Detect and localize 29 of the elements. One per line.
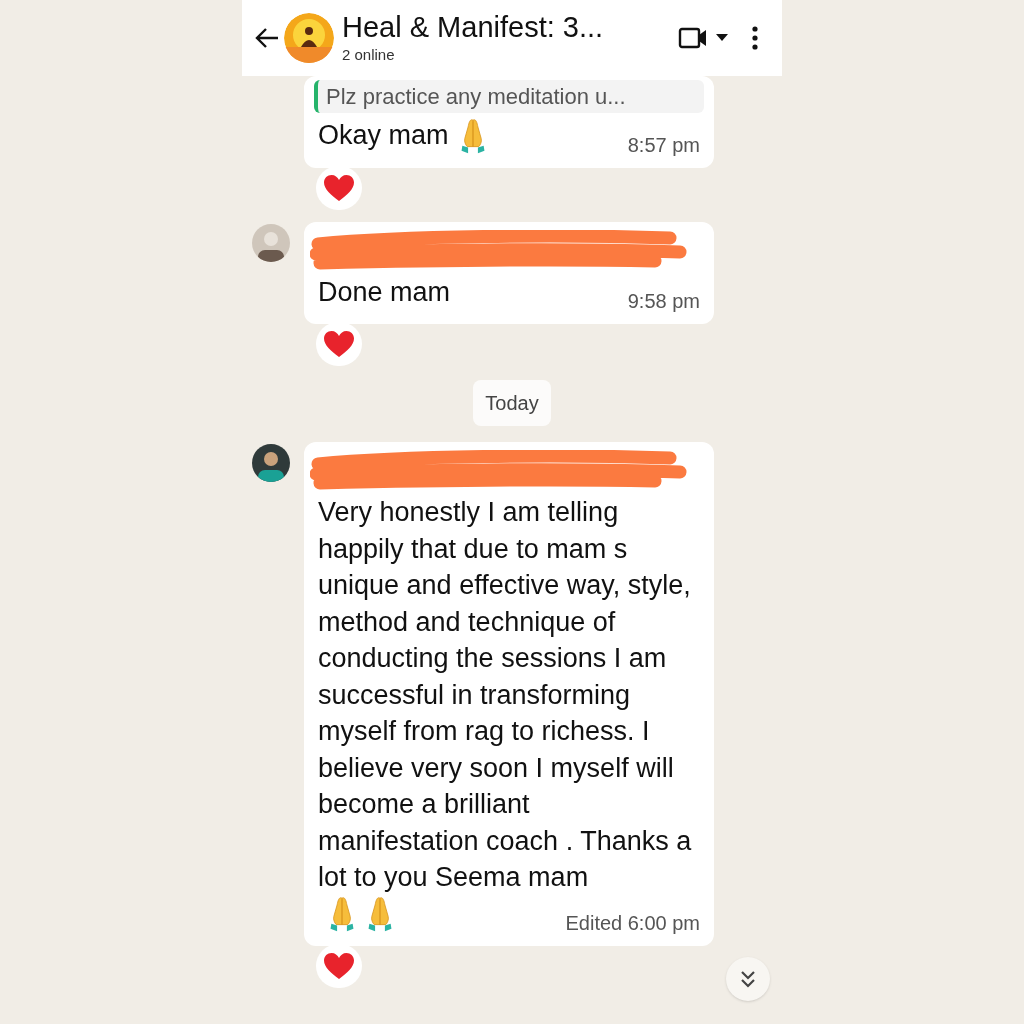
message-text: Done mam — [318, 275, 451, 309]
heart-reaction[interactable] — [316, 944, 362, 988]
video-camera-icon — [678, 26, 708, 50]
quoted-message[interactable]: Plz practice any meditation u... — [314, 80, 704, 113]
date-chip: Today — [473, 380, 551, 426]
heart-icon — [323, 173, 355, 202]
heart-reaction[interactable] — [316, 165, 362, 210]
back-arrow-icon[interactable] — [254, 27, 280, 49]
message-time: Edited 6:00 pm — [565, 911, 700, 936]
online-status: 2 online — [342, 44, 396, 65]
heart-icon — [323, 330, 355, 358]
message-bubble[interactable]: Plz practice any meditation u... Okay mam 8:57 pm — [304, 76, 714, 168]
heart-reaction[interactable] — [316, 322, 362, 366]
group-title[interactable]: Heal & Manifest: 3... — [342, 9, 678, 44]
video-call-button[interactable] — [678, 26, 728, 50]
scroll-down-button[interactable] — [726, 957, 770, 1001]
message-text: Okay mam — [318, 119, 449, 152]
folded-hands-icon — [328, 896, 356, 932]
double-chevron-icon — [740, 970, 756, 988]
message-bubble[interactable]: Done mam 9:58 pm — [304, 221, 714, 324]
heart-icon — [323, 952, 355, 980]
more-options-icon[interactable] — [752, 26, 758, 50]
folded-hands-icon — [366, 896, 394, 932]
message-time: 9:58 pm — [627, 289, 700, 314]
message-time: 8:57 pm — [627, 132, 700, 158]
message-text: Very honestly I am telling happily that due to mam s unique and effective way, style, method and technique of conducting the sessions I am successful in transforming myself from rag to richess. I believe very soon I myself will become a brilliant manifestation coach . Thanks a lot to you Seema mam — [318, 496, 693, 894]
quoted-text: Plz practice any meditation u... — [326, 84, 626, 109]
message-bubble[interactable] — [304, 442, 714, 946]
caret-icon — [716, 34, 728, 42]
